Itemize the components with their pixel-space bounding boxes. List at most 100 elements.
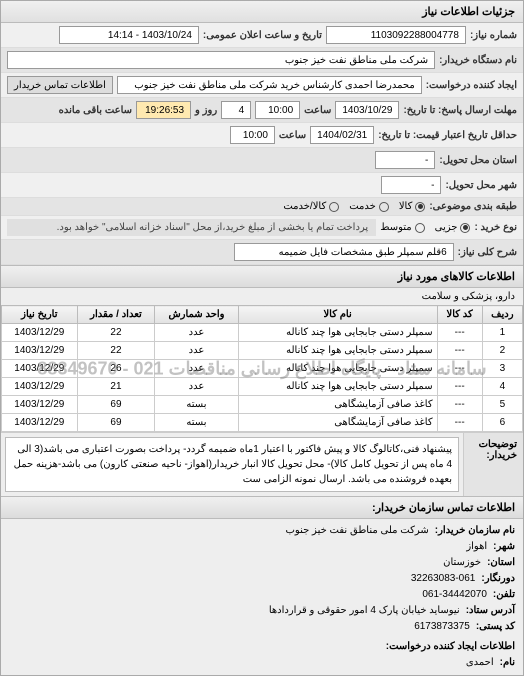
table-row: 3---سمپلر دستی جابجایی هوا چند کانالهعدد… [2,360,523,378]
creator-label: ایجاد کننده درخواست: [426,80,517,91]
contact-postal-label: کد پستی: [476,619,515,635]
table-header: واحد شمارش [155,306,238,324]
table-cell: --- [437,378,482,396]
table-cell: عدد [155,342,238,360]
city-field: - [381,176,441,194]
reqnum-label: شماره نیاز: [470,30,517,41]
table-cell: 5 [482,396,522,414]
table-header: تعداد / مقدار [77,306,155,324]
table-cell: 69 [77,396,155,414]
purchase-type-radios: جزیی متوسط [380,222,470,233]
contact-buyer-button[interactable]: اطلاعات تماس خریدار [7,76,113,94]
table-cell: 22 [77,342,155,360]
table-cell: 22 [77,324,155,342]
deadline-label: مهلت ارسال پاسخ: تا تاریخ: [403,105,517,116]
radio-kala[interactable]: کالا [399,201,426,212]
req-creator-name: احمدی [466,655,494,671]
budget-label: طبقه بندی موضوعی: [429,201,517,212]
table-cell: کاغذ صافی آزمایشگاهی [238,414,437,432]
table-row: 6---کاغذ صافی آزمایشگاهیبسته691403/12/29 [2,414,523,432]
deadline-date: 1403/10/29 [335,101,399,119]
announce-label: تاریخ و ساعت اعلان عمومی: [203,30,322,41]
table-cell: سمپلر دستی جابجایی هوا چند کاناله [238,360,437,378]
deadline-time: 10:00 [255,101,300,119]
goods-table: ردیفکد کالانام کالاواحد شمارشتعداد / مقد… [1,305,523,432]
time-label-1: ساعت [304,105,331,116]
contact-fax: 32263083-061 [411,571,476,587]
time-remain: 19:26:53 [136,101,191,119]
purchase-note: پرداخت تمام یا بخشی از مبلغ خرید،از محل … [7,219,376,236]
table-cell: 69 [77,414,155,432]
table-cell: --- [437,396,482,414]
table-cell: کاغذ صافی آزمایشگاهی [238,396,437,414]
province-label: استان محل تحویل: [439,155,517,166]
table-cell: 1 [482,324,522,342]
days-remain-label: روز و [195,105,217,116]
panel-title: جزئیات اطلاعات نیاز [1,1,523,23]
table-cell: 1403/12/29 [2,342,78,360]
creator-field: محمدرضا احمدی کارشناس خرید شرکت ملی مناط… [117,76,422,94]
contact-address: نیوساید خیابان پارک 4 امور حقوقی و قرارد… [269,603,460,619]
radio-khedmat[interactable]: خدمت [349,201,389,212]
table-cell: عدد [155,324,238,342]
province-field: - [375,151,435,169]
contact-postal: 6173873375 [414,619,470,635]
req-creator-section-label: اطلاعات ایجاد کننده درخواست: [386,639,515,655]
table-cell: سمپلر دستی جابجایی هوا چند کاناله [238,342,437,360]
table-row: 2---سمپلر دستی جابجایی هوا چند کانالهعدد… [2,342,523,360]
buyer-desc-content: پیشنهاد فنی،کاتالوگ کالا و پیش فاکتور با… [5,437,459,492]
purchase-type-label: نوع خرید : [474,222,517,233]
contact-phone-label: تلفن: [493,587,515,603]
buyer-desc-label: توضیحات خریدار: [463,433,523,496]
table-row: 4---سمپلر دستی جابجایی هوا چند کانالهعدد… [2,378,523,396]
table-cell: --- [437,360,482,378]
table-row: 5---کاغذ صافی آزمایشگاهیبسته691403/12/29 [2,396,523,414]
radio-mutavasset[interactable]: متوسط [380,222,424,233]
table-header: نام کالا [238,306,437,324]
subject-radios: کالا خدمت کالا/خدمت [283,201,425,212]
buyer-org-field: شرکت ملی مناطق نفت خیز جنوب [7,51,435,69]
contact-section: نام سازمان خریدار: شرکت ملی مناطق نفت خی… [1,519,523,675]
table-cell: 3 [482,360,522,378]
table-cell: 1403/12/29 [2,360,78,378]
table-cell: عدد [155,360,238,378]
table-cell: عدد [155,378,238,396]
time-label-2: ساعت [279,130,306,141]
table-cell: 21 [77,378,155,396]
contact-org: شرکت ملی مناطق نفت خیز جنوب [286,523,429,539]
contact-province: خوزستان [443,555,481,571]
table-cell: --- [437,342,482,360]
time-remain-label: ساعت باقی مانده [59,105,132,116]
table-cell: 6 [482,414,522,432]
radio-jozi[interactable]: جزیی [435,222,471,233]
contact-phone: 061-34442070 [422,587,487,603]
table-cell: سمپلر دستی جابجایی هوا چند کاناله [238,324,437,342]
validity-date: 1404/02/31 [310,126,374,144]
contact-province-label: استان: [487,555,515,571]
table-row: 1---سمپلر دستی جابجایی هوا چند کانالهعدد… [2,324,523,342]
table-cell: 1403/12/29 [2,378,78,396]
table-cell: 4 [482,378,522,396]
goods-table-wrap: ردیفکد کالانام کالاواحد شمارشتعداد / مقد… [1,305,523,432]
contact-fax-label: دورنگار: [481,571,515,587]
radio-kala-khedmat[interactable]: کالا/خدمت [283,201,339,212]
contact-city: اهواز [466,539,487,555]
city-label: شهر محل تحویل: [445,180,517,191]
announce-field: 1403/10/24 - 14:14 [59,26,199,44]
validity-label: حداقل تاریخ اعتبار قیمت: تا تاریخ: [378,130,517,141]
table-header: ردیف [482,306,522,324]
days-remain: 4 [221,101,251,119]
table-header: کد کالا [437,306,482,324]
table-cell: سمپلر دستی جابجایی هوا چند کاناله [238,378,437,396]
need-desc-field: 6قلم سمپلر طبق مشخصات فایل ضمیمه [234,243,454,261]
table-cell: --- [437,324,482,342]
req-creator-name-label: نام: [500,655,515,671]
reqnum-field: 1103092288004778 [326,26,466,44]
need-desc-label: شرح کلی نیاز: [458,247,517,258]
table-cell: 26 [77,360,155,378]
table-cell: 2 [482,342,522,360]
contact-address-label: آدرس ستاد: [466,603,515,619]
goods-category: دارو، پزشکی و سلامت [1,288,523,305]
goods-section-title: اطلاعات کالاهای مورد نیاز [1,265,523,288]
table-cell: بسته [155,414,238,432]
